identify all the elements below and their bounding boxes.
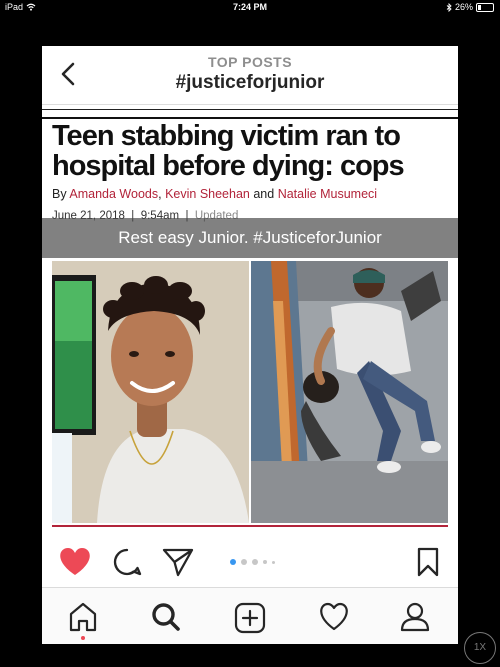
paper-plane-icon[interactable] <box>162 547 194 577</box>
portrait-photo <box>52 261 249 523</box>
page-subtitle: TOP POSTS <box>207 54 293 70</box>
clock: 7:24 PM <box>232 2 267 12</box>
comment-icon[interactable] <box>112 547 142 577</box>
bluetooth-icon <box>446 2 452 12</box>
carousel-indicator <box>230 559 275 565</box>
carousel-dot <box>272 560 275 564</box>
carousel-dot <box>263 560 267 564</box>
byline-separator: , <box>158 187 162 201</box>
top-nav: TOP POSTS #justiceforjunior <box>42 46 458 105</box>
battery-icon <box>476 2 494 12</box>
post-image[interactable]: Teen stabbing victim ran to hospital bef… <box>42 105 458 535</box>
portrait-illustration <box>52 261 249 523</box>
author-name: Amanda Woods <box>69 187 159 201</box>
article-headline: Teen stabbing victim ran to hospital bef… <box>52 120 405 182</box>
heart-filled-icon[interactable] <box>58 547 92 577</box>
bottom-tab-bar <box>42 587 458 644</box>
byline-prefix: By <box>52 187 67 201</box>
article-byline: By Amanda Woods, Kevin Sheehan and Natal… <box>52 187 377 201</box>
carousel-dot <box>241 559 247 565</box>
home-icon[interactable] <box>68 602 98 632</box>
battery-percent: 26% <box>454 2 473 12</box>
battery-status: 26% <box>446 2 494 12</box>
search-icon[interactable] <box>151 602 181 632</box>
divider <box>42 117 458 119</box>
activity-heart-icon[interactable] <box>318 602 350 632</box>
byline-separator: and <box>253 187 275 201</box>
article-photos <box>52 261 448 523</box>
page-title: #justiceforjunior <box>175 72 325 93</box>
surveillance-photo <box>251 261 448 523</box>
profile-icon[interactable] <box>400 602 430 632</box>
battery-level <box>478 4 481 10</box>
author-name: Kevin Sheehan <box>165 187 250 201</box>
author-name: Natalie Musumeci <box>277 187 378 201</box>
zoom-button[interactable]: 1X <box>464 632 496 664</box>
post-actions <box>42 539 458 583</box>
add-post-icon[interactable] <box>234 602 266 634</box>
carousel-dot <box>252 559 258 565</box>
bookmark-icon[interactable] <box>416 547 440 577</box>
divider <box>52 525 448 527</box>
notification-dot <box>81 636 85 640</box>
carousel-dot <box>230 559 236 565</box>
caption-overlay: Rest easy Junior. #JusticeforJunior <box>42 218 458 258</box>
surveillance-illustration <box>251 261 448 523</box>
instagram-app: TOP POSTS #justiceforjunior Teen stabbin… <box>42 46 458 644</box>
status-bar: iPad 7:24 PM 26% <box>0 0 500 14</box>
divider <box>42 109 458 110</box>
